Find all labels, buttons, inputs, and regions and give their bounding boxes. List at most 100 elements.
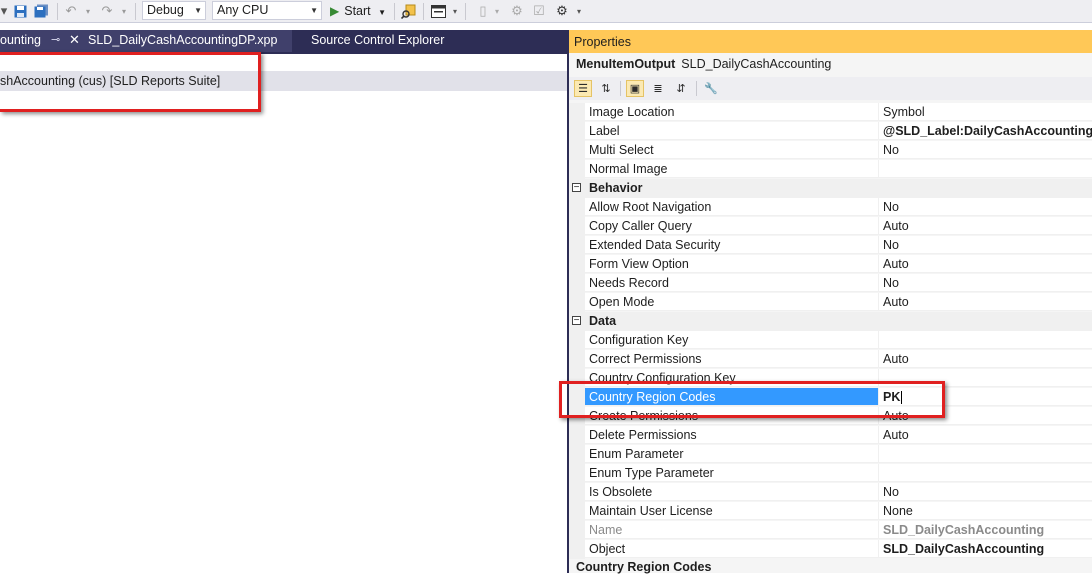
- redo-dropdown-icon[interactable]: ▾: [120, 3, 128, 19]
- property-row[interactable]: Name SLD_DailyCashAccounting: [569, 521, 1092, 540]
- property-name[interactable]: Multi Select: [585, 141, 878, 159]
- properties-title-bar: Properties: [569, 30, 1092, 53]
- collapse-icon[interactable]: −: [572, 316, 581, 326]
- property-value[interactable]: [878, 445, 1092, 463]
- row-gutter: [569, 255, 585, 274]
- property-name[interactable]: Normal Image: [585, 160, 878, 178]
- property-name[interactable]: Copy Caller Query: [585, 217, 878, 235]
- wrench-icon[interactable]: 🔧: [702, 80, 720, 97]
- property-value[interactable]: Auto: [878, 255, 1092, 273]
- category-behavior[interactable]: − Behavior: [569, 179, 1092, 198]
- settings-disabled-icon[interactable]: ⚙: [509, 3, 525, 19]
- property-row[interactable]: Object SLD_DailyCashAccounting: [569, 540, 1092, 559]
- property-name[interactable]: Open Mode: [585, 293, 878, 311]
- property-value[interactable]: @SLD_Label:DailyCashAccounting: [878, 122, 1092, 140]
- property-row[interactable]: Maintain User License None: [569, 502, 1092, 521]
- property-name[interactable]: Name: [585, 521, 878, 539]
- undo-icon[interactable]: ↶: [62, 3, 80, 19]
- property-name[interactable]: Enum Parameter: [585, 445, 878, 463]
- property-row[interactable]: Extended Data Security No: [569, 236, 1092, 255]
- property-row[interactable]: Enum Parameter: [569, 445, 1092, 464]
- undo-dropdown-icon[interactable]: ▾: [84, 3, 92, 19]
- solution-configuration-dropdown[interactable]: Debug ▼: [142, 1, 206, 20]
- property-name[interactable]: Enum Type Parameter: [585, 464, 878, 482]
- property-row[interactable]: Correct Permissions Auto: [569, 350, 1092, 369]
- property-value[interactable]: Auto: [878, 426, 1092, 444]
- open-file-icon[interactable]: ▾: [0, 3, 8, 19]
- start-button[interactable]: ▶ Start ▼: [330, 2, 386, 20]
- window-layout-icon[interactable]: [429, 3, 447, 19]
- property-row[interactable]: Image Location Symbol: [569, 103, 1092, 122]
- property-value[interactable]: No: [878, 141, 1092, 159]
- list-view-icon[interactable]: ≣: [649, 80, 667, 97]
- tab-label-dp-xpp[interactable]: SLD_DailyCashAccountingDP.xpp: [88, 33, 277, 47]
- property-value[interactable]: None: [878, 502, 1092, 520]
- property-name[interactable]: Maintain User License: [585, 502, 878, 520]
- toolbar-overflow-icon[interactable]: ▾: [575, 3, 583, 19]
- property-name[interactable]: Correct Permissions: [585, 350, 878, 368]
- property-name[interactable]: Configuration Key: [585, 331, 878, 349]
- property-name[interactable]: Allow Root Navigation: [585, 198, 878, 216]
- tools-icon[interactable]: ⚙: [553, 3, 571, 19]
- categorized-icon[interactable]: ☰: [574, 80, 592, 97]
- property-row[interactable]: Needs Record No: [569, 274, 1092, 293]
- property-value[interactable]: [878, 160, 1092, 178]
- property-row[interactable]: Normal Image: [569, 160, 1092, 179]
- category-data[interactable]: − Data: [569, 312, 1092, 331]
- property-name[interactable]: Delete Permissions: [585, 426, 878, 444]
- solution-platform-dropdown[interactable]: Any CPU ▼: [212, 1, 322, 20]
- properties-object-selector[interactable]: MenuItemOutput SLD_DailyCashAccounting: [576, 57, 831, 71]
- tab-active-document[interactable]: ounting ⊸ ✕ SLD_DailyCashAccountingDP.xp…: [0, 30, 292, 52]
- property-value[interactable]: Auto: [878, 350, 1092, 368]
- property-row[interactable]: Copy Caller Query Auto: [569, 217, 1092, 236]
- property-name[interactable]: Object: [585, 540, 878, 558]
- property-value[interactable]: No: [878, 198, 1092, 216]
- redo-icon[interactable]: ↷: [98, 3, 116, 19]
- document-dropdown-icon[interactable]: ▾: [493, 3, 501, 19]
- play-icon: ▶: [330, 4, 340, 18]
- property-name[interactable]: Image Location: [585, 103, 878, 121]
- property-row[interactable]: Enum Type Parameter: [569, 464, 1092, 483]
- pin-icon[interactable]: ⊸: [51, 33, 60, 46]
- property-value[interactable]: SLD_DailyCashAccounting: [878, 521, 1092, 539]
- property-row[interactable]: Delete Permissions Auto: [569, 426, 1092, 445]
- property-row[interactable]: Is Obsolete No: [569, 483, 1092, 502]
- property-value[interactable]: No: [878, 274, 1092, 292]
- property-value[interactable]: [878, 464, 1092, 482]
- property-name[interactable]: Label: [585, 122, 878, 140]
- sort-list-icon[interactable]: ⇵: [672, 80, 690, 97]
- collapse-icon[interactable]: −: [572, 183, 581, 193]
- property-name[interactable]: Extended Data Security: [585, 236, 878, 254]
- property-value[interactable]: [878, 331, 1092, 349]
- property-row[interactable]: Label @SLD_Label:DailyCashAccounting: [569, 122, 1092, 141]
- property-row[interactable]: Configuration Key: [569, 331, 1092, 350]
- row-gutter: [569, 521, 585, 540]
- property-value-text: Auto: [883, 295, 909, 309]
- property-row[interactable]: Multi Select No: [569, 141, 1092, 160]
- layout-dropdown-icon[interactable]: ▾: [451, 3, 459, 19]
- property-row[interactable]: Allow Root Navigation No: [569, 198, 1092, 217]
- close-tab-icon[interactable]: ✕: [69, 32, 80, 48]
- tab-source-control-explorer[interactable]: Source Control Explorer: [311, 33, 444, 47]
- property-name[interactable]: Form View Option: [585, 255, 878, 273]
- property-value[interactable]: Auto: [878, 293, 1092, 311]
- row-gutter: [569, 350, 585, 369]
- property-name[interactable]: Is Obsolete: [585, 483, 878, 501]
- alphabetical-sort-icon[interactable]: ⇅: [597, 80, 615, 97]
- properties-view-icon[interactable]: ▣: [626, 80, 644, 97]
- properties-toolbar: ☰ ⇅ ▣ ≣ ⇵ 🔧: [569, 77, 1092, 100]
- document-icon[interactable]: ▯: [475, 3, 491, 19]
- property-row[interactable]: Form View Option Auto: [569, 255, 1092, 274]
- property-row[interactable]: Open Mode Auto: [569, 293, 1092, 312]
- property-value[interactable]: SLD_DailyCashAccounting: [878, 540, 1092, 558]
- save-all-icon[interactable]: [33, 3, 49, 19]
- property-value[interactable]: Symbol: [878, 103, 1092, 121]
- property-value[interactable]: No: [878, 236, 1092, 254]
- property-value[interactable]: No: [878, 483, 1092, 501]
- property-name[interactable]: Needs Record: [585, 274, 878, 292]
- save-icon[interactable]: [13, 3, 27, 19]
- checklist-icon[interactable]: ☑: [531, 3, 547, 19]
- property-value-text: Symbol: [883, 105, 925, 119]
- property-value[interactable]: Auto: [878, 217, 1092, 235]
- find-in-files-icon[interactable]: [399, 3, 417, 19]
